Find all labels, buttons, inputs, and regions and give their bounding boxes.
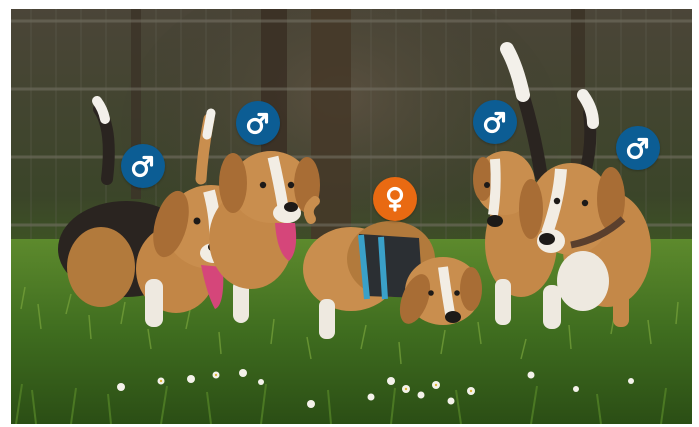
female-marker bbox=[373, 177, 417, 221]
beagles-photo bbox=[11, 9, 692, 424]
male-marker bbox=[616, 126, 660, 170]
male-marker bbox=[121, 144, 165, 188]
male-symbol-icon bbox=[483, 111, 506, 134]
male-marker bbox=[236, 101, 280, 145]
female-symbol-icon bbox=[386, 186, 404, 212]
male-symbol-icon bbox=[131, 155, 154, 178]
male-symbol-icon bbox=[246, 112, 269, 135]
male-marker bbox=[473, 100, 517, 144]
male-symbol-icon bbox=[626, 137, 649, 160]
photo-scene bbox=[11, 9, 692, 424]
